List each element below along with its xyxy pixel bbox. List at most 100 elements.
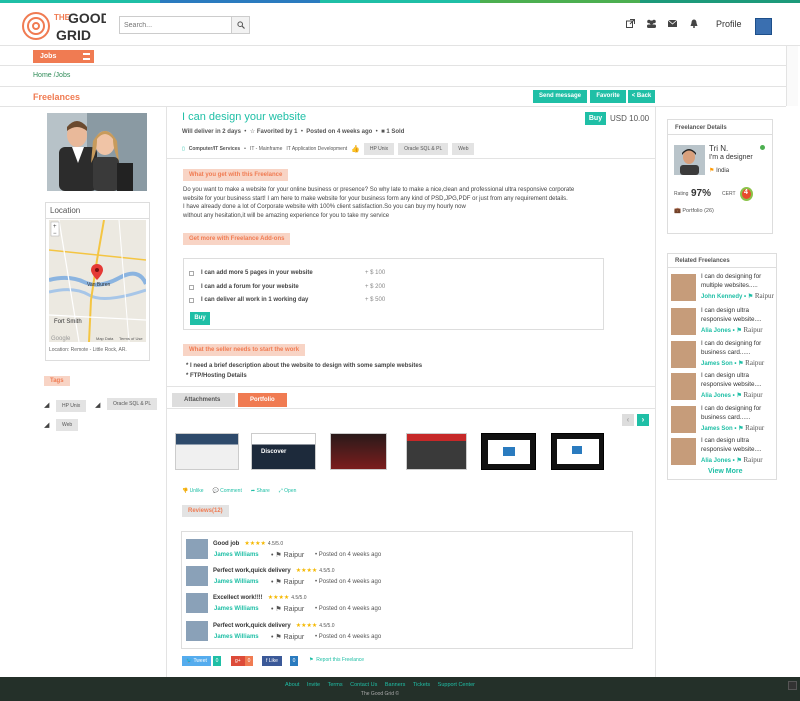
footer-link-banners[interactable]: Banners	[385, 682, 406, 688]
footer-link-invite[interactable]: Invite	[307, 682, 320, 688]
gplus-button[interactable]: g+	[231, 656, 245, 666]
back-button[interactable]: < Back	[628, 90, 655, 103]
tag-hp-unix[interactable]: HP Unix	[363, 143, 395, 155]
portfolio-count[interactable]: 💼 Portfolio (26)	[674, 208, 714, 214]
related-freelances-panel: Related Freelances I can do designing fo…	[667, 253, 777, 480]
tag-oracle[interactable]: Oracle SQL & PL	[107, 398, 158, 410]
envelope-icon[interactable]	[667, 18, 678, 29]
search-icon	[236, 21, 245, 29]
view-more-link[interactable]: View More	[708, 468, 743, 475]
profile-link[interactable]: Profile	[716, 19, 742, 29]
favorite-button[interactable]: Favorite	[590, 90, 626, 103]
reviewer-name[interactable]: James Williams	[214, 634, 259, 640]
portfolio-thumbnail[interactable]	[481, 433, 536, 470]
posted-time: Posted on 4 weeks ago	[306, 129, 373, 135]
addon-checkbox[interactable]	[189, 284, 194, 290]
addon-price: + $ 100	[365, 270, 386, 276]
facebook-like-button[interactable]: f Like	[262, 656, 282, 666]
reviewer-name[interactable]: James Williams	[214, 579, 259, 585]
footer-link-contact[interactable]: Contact Us	[350, 682, 377, 688]
search-button[interactable]	[231, 17, 249, 33]
tag-web[interactable]: Web	[452, 143, 475, 155]
footer-links: About Invite Terms Contact Us Banners Ti…	[0, 682, 760, 688]
related-item[interactable]: I can do designing for business card....…	[671, 340, 775, 372]
divider	[167, 386, 655, 387]
reviewer-name[interactable]: James Williams	[214, 552, 259, 558]
tag-hp-unix[interactable]: HP Unix	[56, 400, 87, 412]
portfolio-thumbnail[interactable]	[406, 433, 467, 470]
portfolio-thumbnail[interactable]	[551, 433, 604, 470]
footer-link-support[interactable]: Support Center	[438, 682, 475, 688]
site-logo[interactable]: THE GOOD GRID	[20, 9, 111, 43]
avatar[interactable]	[755, 18, 772, 35]
share-action[interactable]: ➦ Share	[251, 488, 270, 494]
tag-web[interactable]: Web	[56, 419, 79, 431]
reviewer-avatar	[186, 539, 208, 559]
open-action[interactable]: ⤢ Open	[279, 488, 297, 494]
related-item[interactable]: I can do designing for business card....…	[671, 405, 775, 437]
reviewer-name[interactable]: James Williams	[214, 606, 259, 612]
addon-item[interactable]: I can deliver all work in 1 working day +…	[189, 297, 385, 303]
buy-button[interactable]: Buy	[585, 112, 606, 125]
users-icon[interactable]	[646, 18, 657, 29]
freelancer-details-title: Freelancer Details	[668, 120, 772, 135]
search-box	[119, 16, 250, 34]
footer-link-terms[interactable]: Terms	[328, 682, 343, 688]
review-item: Excellect work!!!! ★★★★ 4.5/5.0 James Will…	[186, 591, 626, 617]
addon-item[interactable]: I can add a forum for your website + $ 20…	[189, 284, 385, 290]
carousel-next-button[interactable]: ›	[637, 414, 649, 426]
related-item[interactable]: I can do designing for multiple websites…	[671, 273, 775, 305]
tag-icon: ◢	[44, 402, 50, 409]
star-outline-icon: ☆	[249, 129, 256, 135]
freelancer-name[interactable]: Tri N.	[709, 144, 728, 153]
thumbnail-caption: Discover	[261, 449, 287, 455]
gig-meta: Will deliver in 2 days • ☆ Favorited by …	[182, 129, 405, 135]
tweet-button[interactable]: 🐦 Tweet	[182, 656, 211, 666]
subcategory-label[interactable]: IT Application Development	[286, 146, 347, 152]
freelancer-avatar[interactable]	[674, 145, 705, 175]
unlike-action[interactable]: 👎 Unlike	[182, 488, 204, 494]
reviewer-location: • ⚑ Raipur	[271, 606, 305, 613]
tab-attachments[interactable]: Attachments	[172, 393, 235, 407]
location-title: Location	[46, 203, 149, 219]
related-item[interactable]: I can design ultra responsive website...…	[671, 372, 775, 404]
footer-link-about[interactable]: About	[285, 682, 299, 688]
thumbs-up-icon[interactable]: 👍	[351, 145, 360, 153]
reviewer-location: • ⚑ Raipur	[271, 579, 305, 586]
divider	[167, 158, 655, 159]
category-label[interactable]: Computer/IT Services	[189, 146, 240, 152]
search-input[interactable]	[120, 17, 231, 33]
subcategory-label[interactable]: IT - Mainframe	[250, 146, 282, 152]
footer-link-tickets[interactable]: Tickets	[413, 682, 430, 688]
related-item[interactable]: I can design ultra responsive website...…	[671, 307, 775, 339]
tab-portfolio[interactable]: Portfolio	[238, 393, 287, 407]
carousel-prev-button[interactable]: ‹	[622, 414, 634, 426]
location-map[interactable]: + − Van Buren Fort Smith Google Map Data…	[49, 220, 146, 342]
addon-item[interactable]: I can add more 5 pages in your website + …	[189, 270, 385, 276]
send-message-button[interactable]: Send message	[533, 90, 587, 103]
report-link[interactable]: ⚑ Report this Freelance	[309, 657, 364, 663]
seller-needs-heading: What the seller needs to start the work	[183, 344, 306, 356]
title-row: Freelances Send message Favorite < Back	[0, 88, 786, 107]
related-item-image	[671, 341, 696, 368]
portfolio-thumbnail[interactable]	[175, 433, 239, 470]
addon-checkbox[interactable]	[189, 297, 194, 303]
comment-action[interactable]: 💬 Comment	[213, 488, 242, 494]
jobs-menu-button[interactable]: Jobs	[33, 50, 94, 63]
related-item[interactable]: I can design ultra responsive website...…	[671, 437, 775, 469]
external-link-icon[interactable]	[625, 18, 636, 29]
breadcrumb[interactable]: Home /Jobs	[33, 72, 70, 79]
map-city-label: Van Buren	[87, 282, 110, 288]
addon-checkbox[interactable]	[189, 270, 194, 276]
reviewer-avatar	[186, 593, 208, 613]
reviewer-location: • ⚑ Raipur	[271, 634, 305, 641]
portfolio-thumbnail[interactable]: Discover	[251, 433, 316, 470]
footer: About Invite Terms Contact Us Banners Ti…	[0, 677, 800, 701]
addon-price: + $ 200	[365, 284, 386, 290]
addons-buy-button[interactable]: Buy	[190, 312, 210, 325]
bell-icon[interactable]	[688, 18, 699, 29]
portfolio-thumbnail[interactable]	[330, 433, 387, 470]
tag-oracle[interactable]: Oracle SQL & PL	[398, 143, 449, 155]
scroll-to-top-button[interactable]	[788, 681, 797, 690]
rating-stars-icon: ★★★★	[295, 623, 318, 629]
